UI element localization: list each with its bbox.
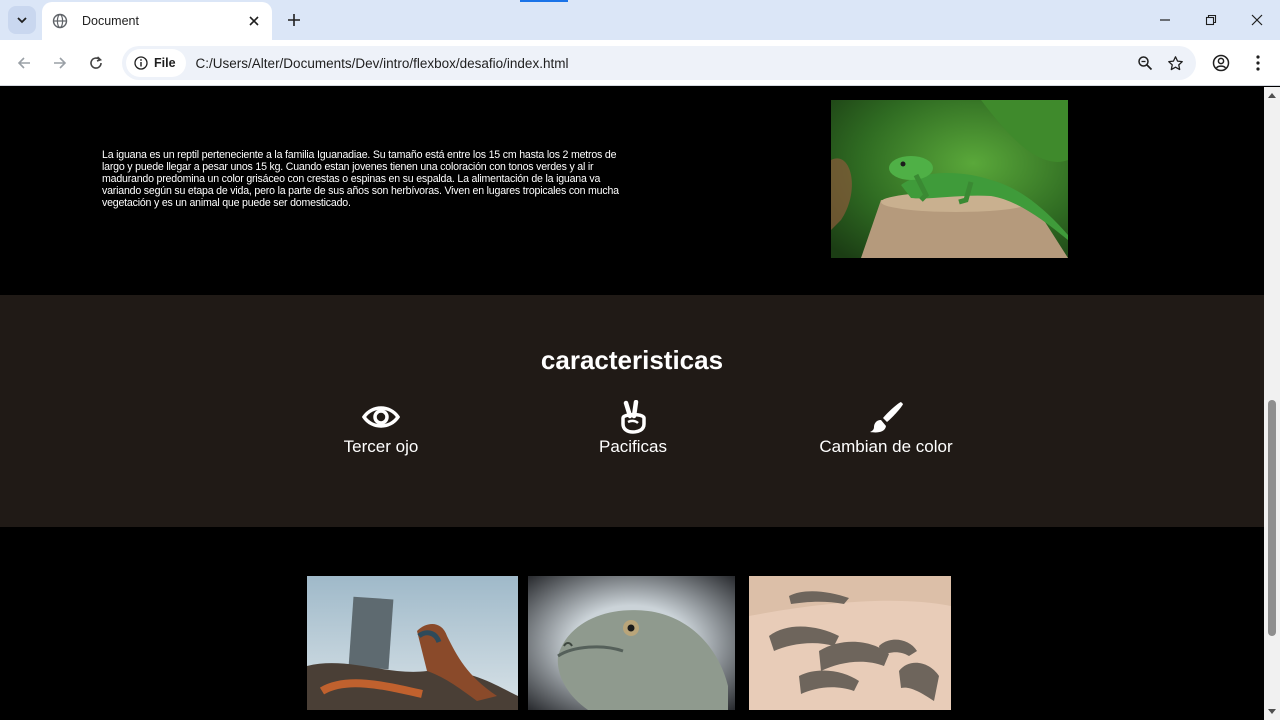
menu-button[interactable]: [1244, 49, 1272, 77]
feature-label: Pacificas: [598, 437, 668, 456]
restore-button[interactable]: [1188, 0, 1234, 40]
intro-paragraph: La iguana es un reptil perteneciente a l…: [102, 149, 619, 209]
scrollbar-thumb[interactable]: [1268, 400, 1276, 636]
intro-section: La iguana es un reptil perteneciente a l…: [0, 87, 1264, 295]
minimize-icon: [1160, 19, 1170, 21]
profile-button[interactable]: [1207, 49, 1235, 77]
feature-tercer-ojo: Tercer ojo: [281, 399, 481, 457]
minimize-button[interactable]: [1142, 0, 1188, 40]
chevron-down-icon: [17, 17, 27, 24]
close-icon: [1251, 14, 1263, 26]
page-viewport: La iguana es un reptil perteneciente a l…: [0, 87, 1264, 720]
peace-hand-icon: [533, 399, 733, 435]
feature-cambian-color: Cambian de color: [786, 399, 986, 457]
profile-icon: [1212, 54, 1230, 72]
iguana-beach-image: [307, 576, 518, 710]
scroll-up-arrow-icon[interactable]: [1268, 91, 1276, 99]
gallery-section: [0, 527, 1264, 720]
forward-button[interactable]: [46, 49, 74, 77]
address-bar[interactable]: File C:/Users/Alter/Documents/Dev/intro/…: [122, 46, 1196, 80]
zoom-icon[interactable]: [1130, 48, 1160, 78]
close-window-button[interactable]: [1234, 0, 1280, 40]
paintbrush-icon: [786, 399, 986, 435]
browser-tab[interactable]: Document: [42, 2, 272, 40]
kebab-menu-icon: [1256, 55, 1260, 71]
feature-label: Tercer ojo: [343, 437, 419, 456]
tab-indicator: [520, 0, 568, 2]
feature-pacificas: Pacificas: [533, 399, 733, 457]
tab-strip: Document: [0, 0, 1280, 40]
scroll-down-arrow-icon[interactable]: [1268, 708, 1276, 716]
green-iguana-image: [831, 100, 1068, 258]
iguana-head-image: [528, 576, 735, 710]
info-icon: [134, 56, 148, 70]
features-title: caracteristicas: [540, 345, 724, 375]
bookmark-star-icon[interactable]: [1160, 48, 1190, 78]
arrow-right-icon: [54, 57, 67, 69]
url-text[interactable]: C:/Users/Alter/Documents/Dev/intro/flexb…: [196, 56, 1130, 71]
page-scrollbar[interactable]: [1264, 87, 1280, 720]
tab-search-button[interactable]: [8, 6, 36, 34]
arrow-left-icon: [17, 57, 30, 69]
reload-button[interactable]: [82, 49, 110, 77]
tab-title: Document: [82, 14, 139, 28]
site-info-chip[interactable]: File: [126, 49, 186, 77]
globe-icon: [52, 13, 68, 29]
new-tab-button[interactable]: [282, 8, 306, 32]
restore-icon: [1205, 14, 1217, 26]
tab-close-icon[interactable]: [246, 13, 262, 29]
back-button[interactable]: [10, 49, 38, 77]
reload-icon: [90, 56, 103, 69]
iguanas-sand-image: [749, 576, 951, 710]
features-section: caracteristicas Tercer ojo Pacificas Cam…: [0, 295, 1264, 527]
browser-toolbar: File C:/Users/Alter/Documents/Dev/intro/…: [0, 40, 1280, 86]
site-info-label: File: [154, 56, 176, 70]
plus-icon: [288, 14, 300, 26]
eye-icon: [281, 399, 481, 435]
feature-label: Cambian de color: [819, 437, 953, 456]
